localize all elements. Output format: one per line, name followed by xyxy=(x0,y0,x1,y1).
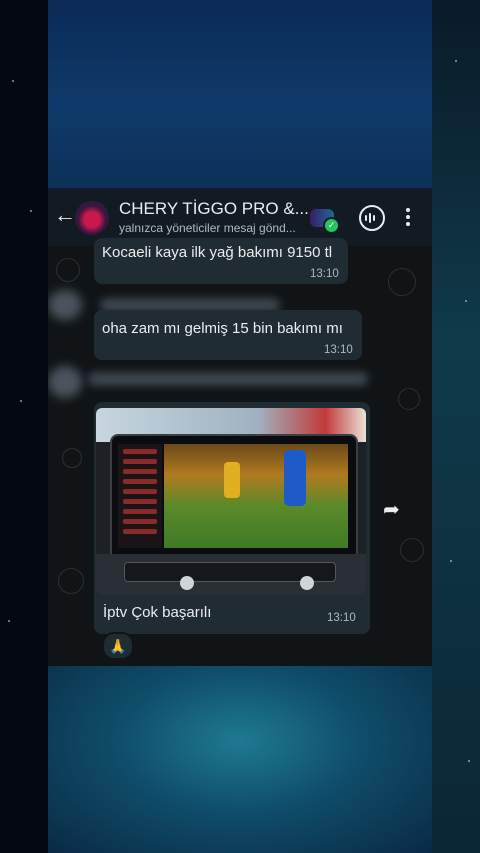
message-text: oha zam mı gelmiş 15 bin bakımı mı xyxy=(102,320,343,337)
background-right xyxy=(432,0,480,853)
sender-avatar-blurred xyxy=(48,290,82,320)
player xyxy=(284,450,306,506)
vent-knob xyxy=(180,576,194,590)
star xyxy=(465,300,467,302)
doodle xyxy=(400,538,424,562)
star xyxy=(8,620,10,622)
more-vertical-icon[interactable] xyxy=(406,208,410,229)
iptv-menu xyxy=(118,444,162,548)
doodle xyxy=(58,568,84,594)
doodle xyxy=(62,448,82,468)
wallpaper-top xyxy=(48,0,432,188)
message-time: 13:10 xyxy=(324,344,353,356)
group-avatar-icon[interactable] xyxy=(75,201,109,235)
doodle xyxy=(398,388,420,410)
player xyxy=(224,462,240,498)
voice-chat-icon[interactable] xyxy=(359,205,385,231)
message-time: 13:10 xyxy=(327,612,356,624)
chat-subtitle: yalnızca yöneticiler mesaj gönd... xyxy=(119,221,296,235)
vent-knob xyxy=(300,576,314,590)
star xyxy=(20,400,22,402)
message-time: 13:10 xyxy=(310,268,339,280)
star xyxy=(30,210,32,212)
reaction-badge[interactable]: 🙏 xyxy=(102,632,134,660)
star xyxy=(455,60,457,62)
wallpaper-bottom xyxy=(48,666,432,853)
chat-screen: ← CHERY TİGGO PRO &... yalnızca yönetici… xyxy=(48,188,432,666)
sender-avatar-blurred xyxy=(48,366,82,398)
star xyxy=(468,760,470,762)
doodle xyxy=(388,268,416,296)
star xyxy=(12,80,14,82)
star xyxy=(450,560,452,562)
football-match xyxy=(164,444,348,548)
message-bubble[interactable]: oha zam mı gelmiş 15 bin bakımı mı 13:10 xyxy=(94,310,362,360)
photo-caption: İptv Çok başarılı xyxy=(103,604,212,621)
doodle xyxy=(56,258,80,282)
message-photo[interactable] xyxy=(96,408,366,594)
check-icon: ✓ xyxy=(323,217,340,234)
message-text: Kocaeli kaya ilk yağ bakımı 9150 tl xyxy=(102,244,333,261)
back-arrow-icon[interactable]: ← xyxy=(54,204,76,226)
forward-icon[interactable]: ➦ xyxy=(383,497,400,522)
sender-name-blurred xyxy=(88,372,368,386)
chat-title[interactable]: CHERY TİGGO PRO &... xyxy=(119,199,309,219)
car-display xyxy=(110,434,358,560)
message-bubble[interactable]: Kocaeli kaya ilk yağ bakımı 9150 tl 13:1… xyxy=(94,238,348,284)
background-left xyxy=(0,0,48,853)
